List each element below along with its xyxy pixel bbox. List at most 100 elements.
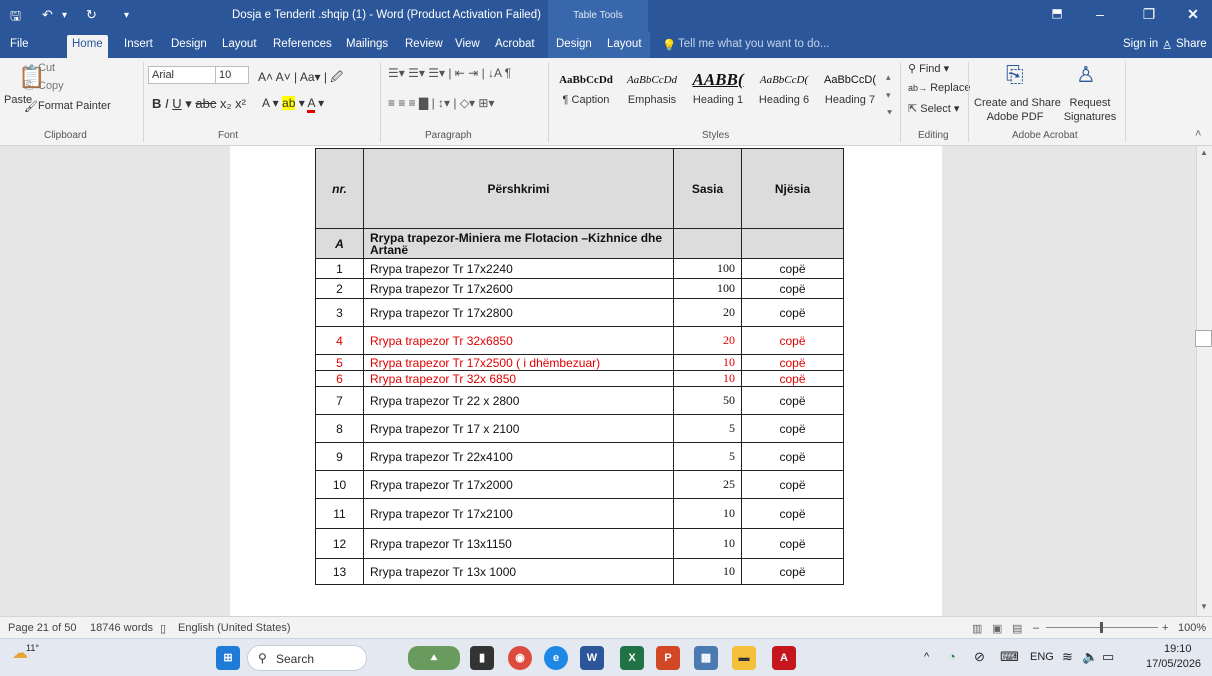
find-button[interactable]: ⚲ Find ▾ bbox=[908, 62, 949, 75]
undo-dropdown-icon[interactable]: ▾ bbox=[62, 10, 67, 21]
select-button[interactable]: ⇱ Select ▾ bbox=[908, 102, 959, 115]
word-icon[interactable]: W bbox=[580, 646, 604, 670]
row-unit[interactable]: copë bbox=[741, 414, 844, 443]
tab-mailings[interactable]: Mailings bbox=[346, 38, 388, 50]
row-quantity[interactable]: 10 bbox=[673, 370, 742, 387]
row-quantity[interactable]: 100 bbox=[673, 278, 742, 299]
font-name-select[interactable]: Arial bbox=[148, 66, 216, 84]
row-description[interactable]: Rrypa trapezor Tr 32x6850 bbox=[363, 326, 674, 355]
share-icon[interactable]: ♙ bbox=[1162, 38, 1172, 52]
row-quantity[interactable]: 10 bbox=[673, 354, 742, 371]
cut-button[interactable]: Cut bbox=[38, 62, 55, 74]
clock-time[interactable]: 19:10 bbox=[1164, 643, 1192, 655]
vertical-scrollbar[interactable]: ▲ ▼ bbox=[1196, 146, 1212, 616]
powerpoint-icon[interactable]: P bbox=[656, 646, 680, 670]
row-description[interactable]: Rrypa trapezor Tr 17x2240 bbox=[363, 258, 674, 279]
acrobat-icon[interactable]: A bbox=[772, 646, 796, 670]
row-number[interactable]: 4 bbox=[315, 326, 364, 355]
tell-me-input[interactable]: Tell me what you want to do... bbox=[678, 38, 830, 50]
row-quantity[interactable]: 50 bbox=[673, 386, 742, 415]
proofing-icon[interactable]: ▯ bbox=[160, 622, 166, 635]
row-quantity[interactable]: 20 bbox=[673, 326, 742, 355]
sign-in-link[interactable]: Sign in bbox=[1123, 38, 1158, 50]
styles-scroll-icons[interactable]: ▴ ▾ ⯆ bbox=[886, 68, 893, 122]
page-count[interactable]: Page 21 of 50 bbox=[8, 622, 77, 634]
table-row[interactable]: 5 Rrypa trapezor Tr 17x2500 ( i dhëmbezua… bbox=[315, 354, 844, 371]
table-row[interactable]: 2 Rrypa trapezor Tr 17x2600 100 copë bbox=[315, 278, 844, 299]
table-row[interactable]: 1 Rrypa trapezor Tr 17x2240 100 copë bbox=[315, 258, 844, 279]
row-number[interactable]: 11 bbox=[315, 498, 364, 529]
row-number[interactable]: 8 bbox=[315, 414, 364, 443]
row-number[interactable]: 12 bbox=[315, 528, 364, 559]
table-row[interactable]: 11 Rrypa trapezor Tr 17x2100 10 copë bbox=[315, 498, 844, 529]
table-row[interactable]: 13 Rrypa trapezor Tr 13x 1000 10 copë bbox=[315, 558, 844, 585]
table-row[interactable]: 3 Rrypa trapezor Tr 17x2800 20 copë bbox=[315, 298, 844, 327]
row-number[interactable]: 2 bbox=[315, 278, 364, 299]
tab-references[interactable]: References bbox=[273, 38, 332, 50]
language-indicator[interactable]: English (United States) bbox=[178, 622, 291, 634]
row-quantity[interactable]: 10 bbox=[673, 558, 742, 585]
zoom-slider-thumb[interactable] bbox=[1100, 622, 1103, 633]
row-number[interactable]: 13 bbox=[315, 558, 364, 585]
row-unit[interactable]: copë bbox=[741, 498, 844, 529]
zoom-level[interactable]: 100% bbox=[1178, 622, 1206, 634]
calculator-icon[interactable]: ▦ bbox=[694, 646, 718, 670]
tab-table-layout[interactable]: Layout bbox=[607, 38, 642, 50]
tab-table-design[interactable]: Design bbox=[556, 38, 592, 50]
table-row[interactable]: 12 Rrypa trapezor Tr 13x1150 10 copë bbox=[315, 528, 844, 559]
save-icon[interactable]: 🖫 bbox=[10, 7, 21, 29]
row-description[interactable]: Rrypa trapezor Tr 17 x 2100 bbox=[363, 414, 674, 443]
row-number[interactable]: 1 bbox=[315, 258, 364, 279]
row-unit[interactable]: copë bbox=[741, 326, 844, 355]
row-description[interactable]: Rrypa trapezor Tr 22 x 2800 bbox=[363, 386, 674, 415]
tab-layout[interactable]: Layout bbox=[222, 38, 257, 50]
row-quantity[interactable]: 10 bbox=[673, 528, 742, 559]
style-heading-7[interactable]: AaBbCcD(Heading 7 bbox=[817, 66, 883, 124]
table-row[interactable]: 6 Rrypa trapezor Tr 32x 6850 10 copë bbox=[315, 370, 844, 387]
excel-icon[interactable]: X bbox=[620, 646, 644, 670]
task-view-icon[interactable]: ▮ bbox=[470, 646, 494, 670]
row-unit[interactable]: copë bbox=[741, 354, 844, 371]
row-unit[interactable]: copë bbox=[741, 470, 844, 499]
tab-insert[interactable]: Insert bbox=[124, 38, 153, 50]
scissors-icon[interactable]: ✂ bbox=[24, 62, 33, 75]
share-button[interactable]: Share bbox=[1176, 38, 1207, 50]
create-pdf-icon[interactable]: ⎘ bbox=[1006, 62, 1024, 88]
clock-date[interactable]: 17/05/2026 bbox=[1146, 658, 1201, 670]
row-unit[interactable]: copë bbox=[741, 558, 844, 585]
widgets-landscape-icon[interactable]: ⛰ bbox=[408, 646, 460, 670]
ribbon-display-icon[interactable]: ⬒ bbox=[1042, 6, 1072, 20]
tab-file[interactable]: File bbox=[10, 38, 29, 50]
request-signatures-icon[interactable]: ♙ bbox=[1076, 62, 1096, 88]
row-description[interactable]: Rrypa trapezor Tr 13x1150 bbox=[363, 528, 674, 559]
close-icon[interactable]: ✕ bbox=[1178, 6, 1208, 23]
bold-italic-underline-icons[interactable]: B I U ▾ abc x₂ x² bbox=[152, 96, 246, 112]
row-quantity[interactable]: 25 bbox=[673, 470, 742, 499]
table-row[interactable]: 9 Rrypa trapezor Tr 22x4100 5 copë bbox=[315, 442, 844, 471]
row-unit[interactable]: copë bbox=[741, 298, 844, 327]
zoom-in-icon[interactable]: + bbox=[1162, 622, 1168, 634]
row-unit[interactable]: copë bbox=[741, 528, 844, 559]
print-layout-icon[interactable]: ▣ bbox=[992, 622, 1002, 635]
table-row[interactable]: 8 Rrypa trapezor Tr 17 x 2100 5 copë bbox=[315, 414, 844, 443]
tray-chevron-icon[interactable]: ^ bbox=[924, 651, 929, 663]
row-description[interactable]: Rrypa trapezor Tr 17x2500 ( i dhëmbezuar… bbox=[363, 354, 674, 371]
zoom-out-icon[interactable]: – bbox=[1033, 622, 1039, 634]
tab-acrobat[interactable]: Acrobat bbox=[495, 38, 535, 50]
style-heading-6[interactable]: AaBbCcD(Heading 6 bbox=[751, 66, 817, 124]
row-description[interactable]: Rrypa trapezor Tr 17x2600 bbox=[363, 278, 674, 299]
row-description[interactable]: Rrypa trapezor Tr 22x4100 bbox=[363, 442, 674, 471]
row-number[interactable]: 9 bbox=[315, 442, 364, 471]
row-quantity[interactable]: 100 bbox=[673, 258, 742, 279]
tray-network-off-icon[interactable]: ⊘ bbox=[974, 649, 985, 665]
windows-start-icon[interactable]: ⊞ bbox=[216, 646, 240, 670]
row-number[interactable]: 5 bbox=[315, 354, 364, 371]
file-explorer-icon[interactable]: ▬ bbox=[732, 646, 756, 670]
row-unit[interactable]: copë bbox=[741, 278, 844, 299]
style-emphasis[interactable]: AaBbCcDd Emphasis bbox=[619, 66, 685, 124]
row-description[interactable]: Rrypa trapezor Tr 17x2800 bbox=[363, 298, 674, 327]
format-painter-icon[interactable]: 🖌 bbox=[24, 100, 38, 113]
style-heading-1[interactable]: AABB(Heading 1 bbox=[685, 66, 751, 124]
keyboard-icon[interactable]: ⌨ bbox=[1000, 649, 1019, 665]
grow-shrink-font-icons[interactable]: A˄ A˅ | Aa▾ | 🖉 bbox=[258, 68, 343, 89]
